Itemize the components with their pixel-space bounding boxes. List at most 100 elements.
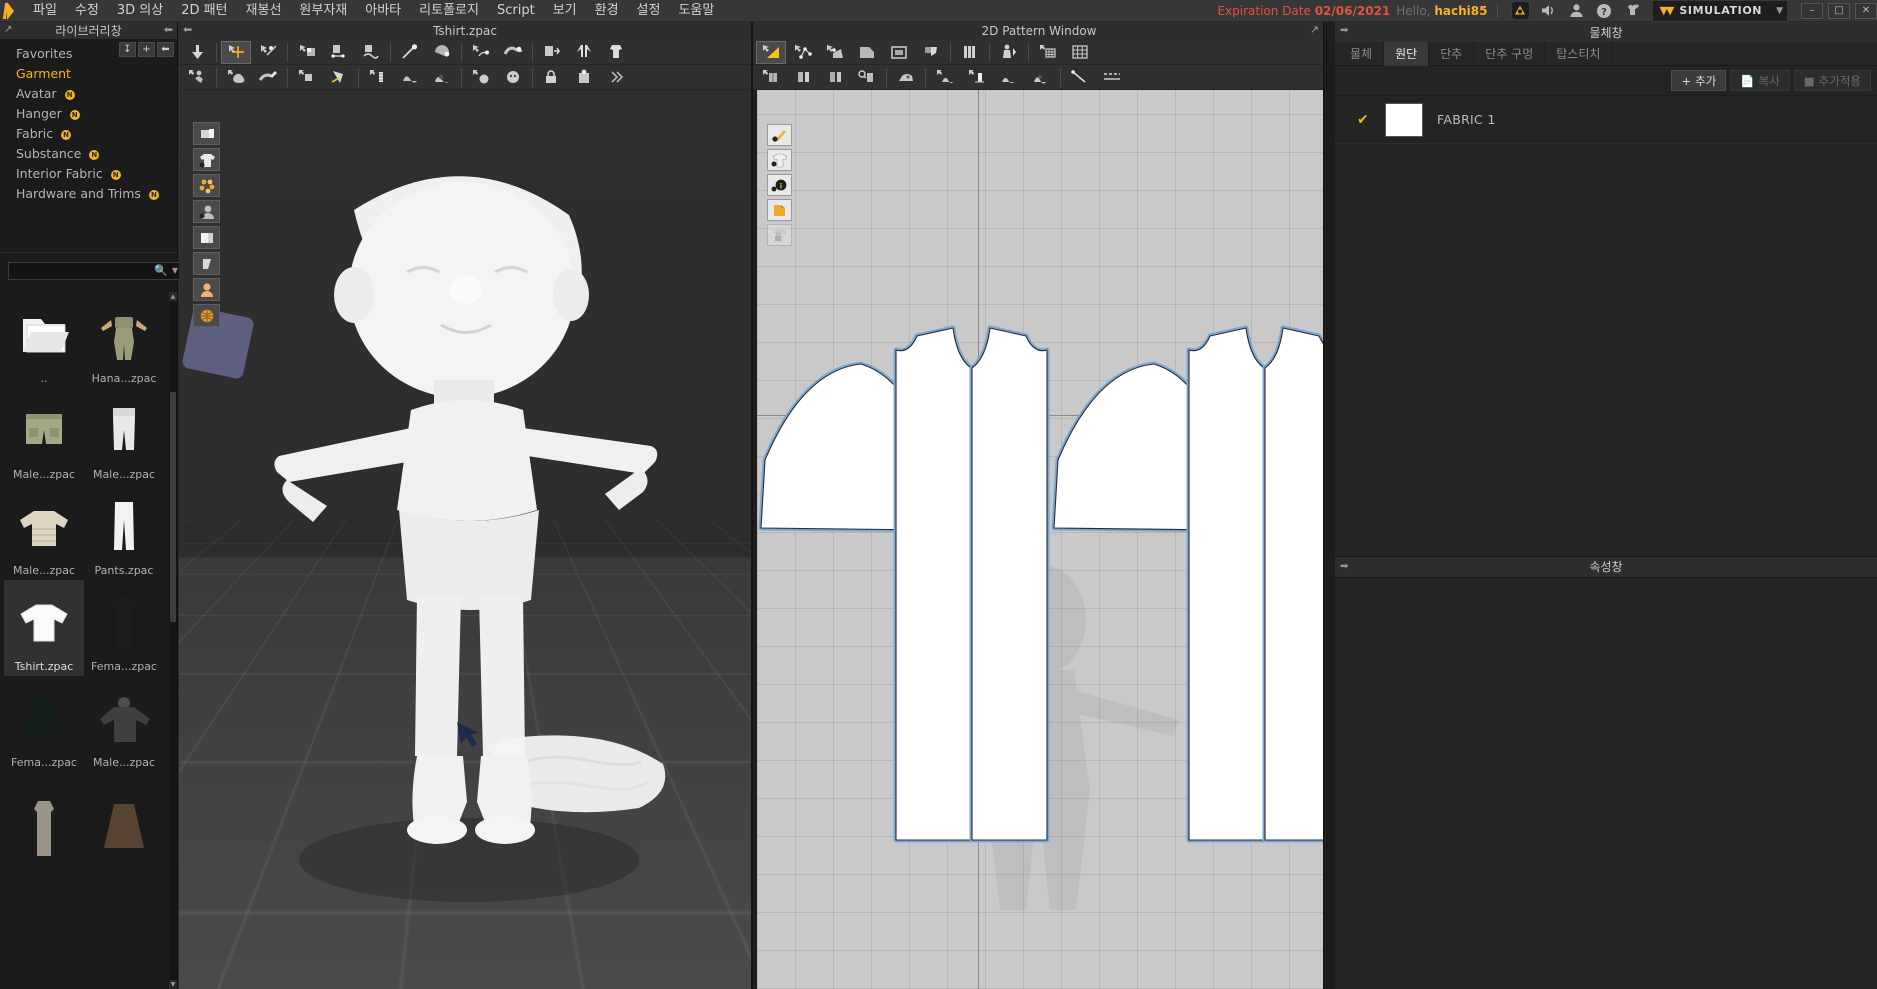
- draw-visibility-icon[interactable]: [767, 124, 792, 146]
- checkmark-icon[interactable]: ✔: [1357, 112, 1371, 128]
- plus-icon[interactable]: +: [138, 42, 155, 57]
- tab-buttonhole[interactable]: 단추 구멍: [1474, 42, 1546, 66]
- 3d-avatar-model[interactable]: [179, 90, 751, 989]
- menu-retopology[interactable]: 리토폴로지: [410, 0, 488, 22]
- tab-topstitch[interactable]: 탑스티치: [1545, 42, 1613, 66]
- expand-window-icon[interactable]: ↗: [4, 24, 12, 35]
- collapse-left-icon[interactable]: ⬅: [183, 23, 192, 36]
- glue-icon[interactable]: [292, 66, 322, 89]
- menu-file[interactable]: 파일: [24, 0, 66, 22]
- library-scrollbar[interactable]: ▲ ▼: [169, 292, 177, 989]
- simulation-mode-selector[interactable]: ▼▼ SIMULATION ▼: [1652, 0, 1788, 22]
- file-item-female-dress[interactable]: Fema...zpac: [84, 580, 164, 676]
- more-icon[interactable]: [601, 66, 631, 89]
- sew-line-icon[interactable]: [324, 41, 354, 64]
- pattern-visibility-icon[interactable]: [767, 149, 792, 171]
- transform-rotate-icon[interactable]: [253, 41, 283, 64]
- edit-curve-point-icon[interactable]: [788, 41, 818, 64]
- maximize-button[interactable]: □: [1828, 2, 1850, 19]
- chevron-down-icon[interactable]: ▼: [172, 266, 178, 275]
- account-button[interactable]: [1562, 0, 1590, 22]
- pose-icon[interactable]: [182, 66, 212, 89]
- minimize-button[interactable]: –: [1801, 2, 1823, 19]
- right-panel-splitter[interactable]: [1323, 22, 1325, 989]
- create-polygon-icon[interactable]: [852, 41, 882, 64]
- file-item-male-puffer[interactable]: Male...zpac: [4, 484, 84, 580]
- info-visibility-icon[interactable]: i: [767, 174, 792, 196]
- library-item-interior-fabric[interactable]: Interior Fabric N: [0, 164, 177, 184]
- library-item-fabric[interactable]: Fabric N: [0, 124, 177, 144]
- measure-dotted-icon[interactable]: [1097, 66, 1127, 89]
- tack-icon[interactable]: [427, 41, 457, 64]
- garment-visibility-icon[interactable]: [193, 148, 220, 171]
- menu-materials[interactable]: 원부자재: [290, 0, 356, 22]
- sound-button[interactable]: [1534, 0, 1562, 22]
- fold-arrange-icon[interactable]: [292, 41, 322, 64]
- trim-icon[interactable]: [569, 66, 599, 89]
- print-layout-icon[interactable]: [193, 122, 220, 145]
- collapse-left-icon[interactable]: ⬅: [164, 23, 173, 36]
- menu-environment[interactable]: 환경: [586, 0, 628, 22]
- menu-avatar[interactable]: 아바타: [356, 0, 410, 22]
- 2d-pattern-canvas[interactable]: i: [753, 90, 1325, 989]
- file-item-male-shorts[interactable]: Male...zpac: [4, 388, 84, 484]
- menu-2d-pattern[interactable]: 2D 패턴: [172, 0, 236, 22]
- lock-visibility-icon[interactable]: [767, 224, 792, 246]
- file-item-hana[interactable]: Hana...zpac: [84, 292, 164, 388]
- menu-3d-garment[interactable]: 3D 의상: [108, 0, 172, 22]
- menu-settings[interactable]: 설정: [628, 0, 670, 22]
- fold-visibility-icon[interactable]: [767, 199, 792, 221]
- uv-map-icon[interactable]: [193, 304, 220, 327]
- create-internal-icon[interactable]: [916, 41, 946, 64]
- download-icon[interactable]: ↧: [119, 42, 136, 57]
- grid-large-icon[interactable]: [1065, 41, 1095, 64]
- edit-avatar-icon[interactable]: [253, 66, 283, 89]
- file-item-female-skirt[interactable]: Fema...zpac: [4, 676, 84, 772]
- file-item-parent-folder[interactable]: ..: [4, 292, 84, 388]
- menu-help[interactable]: 도움말: [669, 0, 723, 22]
- collapse-right-icon[interactable]: ➡: [1340, 25, 1348, 36]
- pressure-icon[interactable]: [324, 66, 354, 89]
- topstitch-icon[interactable]: [466, 66, 496, 89]
- pin-icon[interactable]: [395, 41, 425, 64]
- library-item-hanger[interactable]: Hanger N: [0, 104, 177, 124]
- file-item-brown-skirt[interactable]: [84, 772, 164, 868]
- help-button[interactable]: ?: [1590, 0, 1618, 22]
- arrange-garment-icon[interactable]: [601, 41, 631, 64]
- scroll-down-arrow-icon[interactable]: ▼: [169, 980, 177, 989]
- collapse-right-icon[interactable]: ➡: [1340, 561, 1348, 572]
- texture-icon[interactable]: [193, 226, 220, 249]
- sew-mn-icon[interactable]: [820, 66, 850, 89]
- file-item-pants[interactable]: Pants.zpac: [84, 484, 164, 580]
- sew-free-icon[interactable]: [788, 66, 818, 89]
- back-arrow-icon[interactable]: ⬅: [157, 42, 174, 57]
- fabric-color-swatch[interactable]: [1385, 102, 1423, 137]
- buttonhole-icon[interactable]: [427, 66, 457, 89]
- apply-fabric-button[interactable]: ■ 추가적용: [1793, 70, 1871, 91]
- brush-mesh-icon[interactable]: [498, 41, 528, 64]
- gravity-icon[interactable]: [182, 41, 212, 64]
- grid-small-icon[interactable]: [1033, 41, 1063, 64]
- menu-script[interactable]: Script: [488, 0, 544, 22]
- lock-icon[interactable]: [537, 66, 567, 89]
- bond-icon[interactable]: [1026, 66, 1056, 89]
- shade-icon[interactable]: [193, 252, 220, 275]
- zipper-icon[interactable]: [363, 66, 393, 89]
- tab-button[interactable]: 단추: [1429, 42, 1475, 66]
- flatten-icon[interactable]: [537, 41, 567, 64]
- check-sew-icon[interactable]: [852, 66, 882, 89]
- copy-fabric-button[interactable]: 📄 복사: [1730, 70, 1790, 91]
- iron-icon[interactable]: [891, 66, 921, 89]
- menu-sewing[interactable]: 재봉선: [237, 0, 291, 22]
- 2d-pattern-pieces[interactable]: [757, 90, 1325, 989]
- arrange-symmetry-icon[interactable]: [569, 41, 599, 64]
- tab-fabric[interactable]: 원단: [1384, 42, 1430, 66]
- file-item-gray-dress[interactable]: [4, 772, 84, 868]
- tab-object[interactable]: 물체: [1339, 42, 1385, 66]
- library-item-avatar[interactable]: Avatar N: [0, 84, 177, 104]
- skin-icon[interactable]: [221, 66, 251, 89]
- particle-distance-icon[interactable]: [193, 174, 220, 197]
- search-icon[interactable]: 🔍: [154, 264, 168, 277]
- edit-pattern-icon[interactable]: [756, 40, 786, 64]
- transform-move-icon[interactable]: [221, 40, 251, 64]
